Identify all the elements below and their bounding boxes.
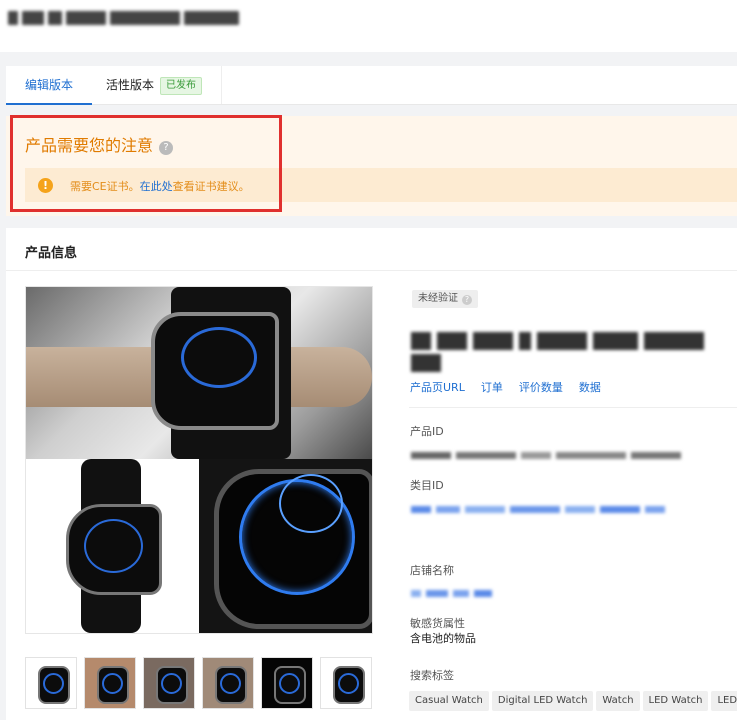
tag-chip[interactable]: Casual Watch (409, 691, 489, 711)
thumbnail[interactable] (84, 657, 136, 709)
info-icon[interactable]: ? (462, 295, 472, 305)
store-name-redacted (411, 582, 497, 597)
search-tags: Casual Watch Digital LED Watch Watch LED Wa… (409, 688, 737, 711)
product-id-redacted (411, 444, 686, 459)
thumbnail[interactable] (261, 657, 313, 709)
tab-active-version[interactable]: 活性版本 已发布 (106, 66, 203, 104)
sensitive-goods-value: 含电池的物品 (410, 632, 476, 645)
highlight-annotation-box (10, 115, 282, 212)
image-wrist-shot (26, 287, 372, 459)
verification-label: 未经验证 (418, 293, 458, 304)
thumbnail[interactable] (320, 657, 372, 709)
product-name-redacted (411, 332, 737, 372)
version-tabs: 编辑版本 活性版本 已发布 (6, 66, 737, 105)
category-id-label: 类目ID (410, 479, 444, 492)
orders-link[interactable]: 订单 (481, 381, 503, 394)
store-name-label: 店铺名称 (410, 564, 454, 577)
main-product-image[interactable] (25, 286, 373, 634)
product-links: 产品页URL 订单 评价数量 数据 (410, 379, 617, 395)
verification-badge: 未经验证? (412, 290, 478, 308)
thumbnail[interactable] (143, 657, 195, 709)
product-url-link[interactable]: 产品页URL (410, 381, 465, 394)
tab-edit-version-label: 编辑版本 (24, 78, 73, 92)
tag-chip[interactable]: Digital LED Watch (491, 691, 594, 711)
thumbnail[interactable] (25, 657, 77, 709)
reviews-link[interactable]: 评价数量 (519, 381, 563, 394)
tab-active-version-label: 活性版本 (106, 78, 155, 92)
category-id-redacted (411, 498, 670, 513)
published-badge: 已发布 (160, 76, 203, 95)
product-id-label: 产品ID (410, 425, 444, 438)
product-info-panel: 产品信息 未经验证? 产品页URL 订单 评价数量 数据 产品ID 类目ID 店… (6, 228, 737, 720)
tab-active-indicator (6, 103, 92, 105)
thumbnail[interactable] (202, 657, 254, 709)
data-link[interactable]: 数据 (579, 381, 601, 394)
top-bar (0, 0, 737, 52)
details-divider (409, 407, 737, 408)
section-divider (6, 270, 737, 271)
image-watch-closeup (199, 459, 372, 633)
search-tags-label: 搜索标签 (410, 669, 454, 682)
section-title: 产品信息 (25, 246, 78, 261)
sensitive-goods-label: 敏感货属性 (410, 617, 465, 630)
tag-chip[interactable]: LED (711, 691, 737, 711)
tab-divider (221, 66, 222, 104)
page-title-redacted (8, 10, 243, 28)
tab-edit-version[interactable]: 编辑版本 (6, 66, 92, 105)
image-watch-side (26, 459, 199, 633)
tag-chip[interactable]: Watch (596, 691, 640, 711)
tag-chip[interactable]: LED Watch (642, 691, 709, 711)
